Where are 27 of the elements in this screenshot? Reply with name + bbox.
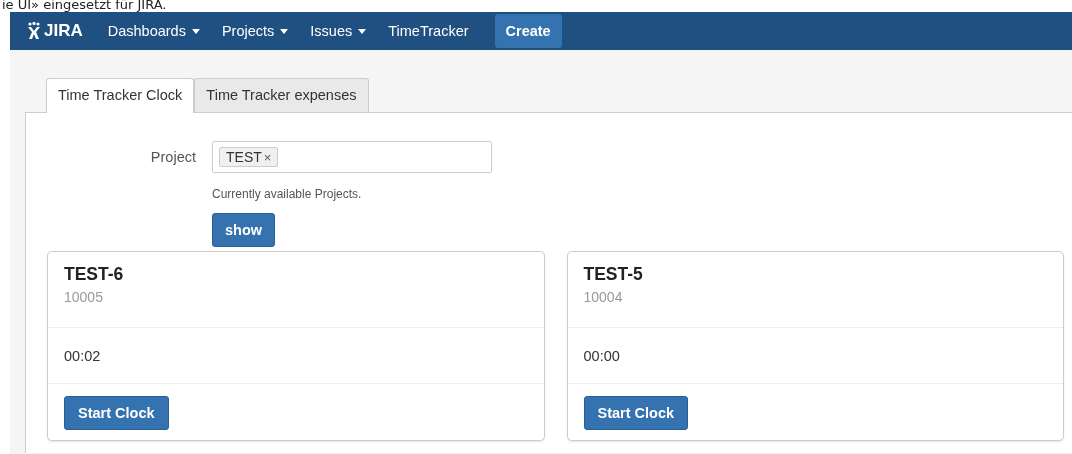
jira-logo[interactable]: JIRA — [26, 21, 83, 41]
elapsed-time: 00:02 — [64, 347, 101, 364]
nav-menu[interactable]: Issues — [310, 23, 367, 39]
field-label: Project — [149, 149, 197, 165]
tab[interactable]: Time Tracker Clock — [46, 78, 195, 113]
show-button[interactable]: show — [212, 213, 276, 247]
nav-menu[interactable]: Projects — [221, 23, 289, 39]
caret-icon — [358, 28, 367, 34]
caret-icon — [191, 28, 200, 34]
remove-icon[interactable]: × — [263, 149, 272, 165]
nav-menu[interactable]: Dashboards — [107, 23, 200, 39]
issue-key: TEST-5 — [583, 264, 1047, 285]
caret-icon — [280, 28, 289, 34]
people-icon — [26, 22, 42, 40]
start-clock-button[interactable]: Start Clock — [583, 396, 689, 430]
issue-id: 10005 — [64, 289, 104, 305]
issue-key: TEST-6 — [64, 264, 528, 285]
start-clock-button[interactable]: Start Clock — [64, 396, 169, 430]
tab[interactable]: Time Tracker expenses — [194, 78, 369, 112]
caption-text: ie UI» eingesetzt für JIRA. — [1, 0, 168, 12]
project-field[interactable]: TEST× — [212, 141, 492, 173]
create-button[interactable]: Create — [494, 14, 562, 48]
issue-id: 10004 — [583, 289, 624, 305]
help-text: Currently available Projects. — [212, 187, 363, 201]
nav-menu[interactable]: TimeTracker — [388, 23, 469, 39]
project-token[interactable]: TEST× — [219, 147, 279, 167]
elapsed-time: 00:00 — [583, 347, 620, 364]
